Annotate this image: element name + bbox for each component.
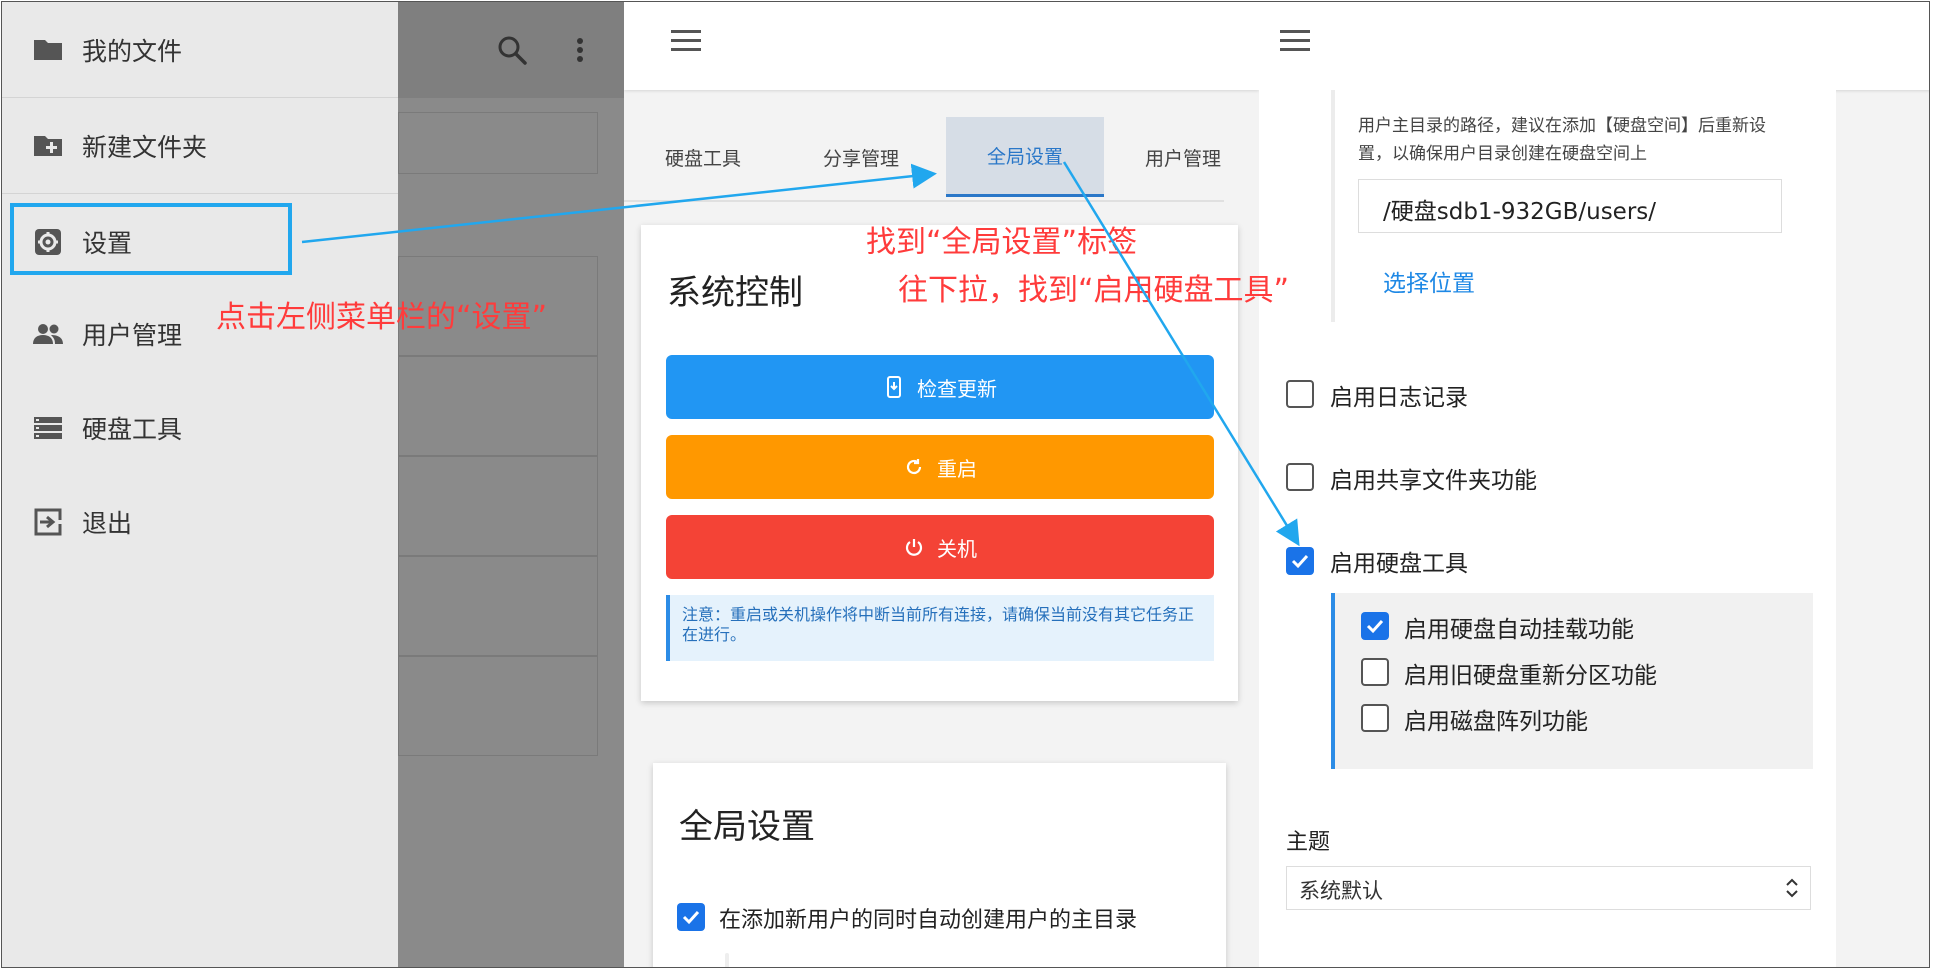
restart-button[interactable]: 重启 — [666, 435, 1214, 499]
repartition-checkbox[interactable] — [1361, 658, 1389, 686]
enable-log-label: 启用日志记录 — [1330, 385, 1468, 411]
button-label: 关机 — [937, 536, 977, 561]
warning-note: 注意：重启或关机操作将中断当前所有连接，请确保当前没有其它任务正在进行。 — [666, 595, 1214, 661]
repartition-label: 启用旧硬盘重新分区功能 — [1404, 663, 1657, 689]
home-path-input[interactable]: /硬盘sdb1-932GB/users/ — [1358, 179, 1782, 233]
screenshot-frame: 我的文件 新建文件夹 设置 用户管理 硬盘工具 退出 硬盘工具 分享管理 全局设… — [1, 1, 1930, 968]
shutdown-button[interactable]: 关机 — [666, 515, 1214, 579]
refresh-icon — [906, 459, 922, 475]
list-item-dimmed — [398, 556, 598, 656]
card-title: 系统控制 — [667, 273, 803, 313]
drawer-item-label: 退出 — [82, 508, 133, 538]
menu-icon[interactable] — [671, 30, 701, 54]
check-update-button[interactable]: 检查更新 — [666, 355, 1214, 419]
search-icon[interactable] — [492, 30, 532, 70]
file-manager-panel: 我的文件 新建文件夹 设置 用户管理 硬盘工具 退出 — [2, 2, 624, 967]
menu-icon[interactable] — [1280, 30, 1310, 54]
tab-global-settings[interactable]: 全局设置 — [946, 117, 1104, 197]
global-settings-card: 全局设置 在添加新用户的同时自动创建用户的主目录 — [653, 763, 1226, 967]
list-item-dimmed — [398, 656, 598, 756]
drawer-item-label: 硬盘工具 — [82, 414, 183, 444]
list-item-dimmed — [398, 356, 598, 456]
drawer-item-label: 我的文件 — [82, 36, 183, 66]
theme-selected-value: 系统默认 — [1299, 879, 1383, 903]
auto-home-checkbox[interactable] — [677, 903, 705, 931]
list-item-dimmed — [398, 112, 598, 174]
home-path-hint: 用户主目录的路径，建议在添加【硬盘空间】后重新设置，以确保用户目录创建在硬盘空间… — [1358, 116, 1766, 164]
app-bar — [624, 2, 1259, 90]
enable-disk-tools-label: 启用硬盘工具 — [1330, 551, 1468, 577]
auto-mount-checkbox[interactable] — [1361, 612, 1389, 640]
enable-share-checkbox[interactable] — [1286, 463, 1314, 491]
drawer-item-disk-tools[interactable]: 硬盘工具 — [2, 380, 398, 475]
enable-disk-tools-checkbox[interactable] — [1286, 547, 1314, 575]
theme-select[interactable]: 系统默认 — [1286, 866, 1811, 910]
storage-icon — [32, 412, 64, 444]
tab-user-management[interactable]: 用户管理 — [1104, 117, 1259, 197]
button-label: 重启 — [937, 456, 977, 481]
annotation-step1: 点击左侧菜单栏的“设置” — [216, 300, 548, 335]
create-folder-icon — [32, 130, 64, 162]
sub-box-edge — [725, 953, 729, 967]
settings-tabs: 硬盘工具 分享管理 全局设置 用户管理 — [624, 117, 1224, 202]
auto-mount-label: 启用硬盘自动挂载功能 — [1404, 617, 1634, 643]
enable-share-label: 启用共享文件夹功能 — [1330, 468, 1537, 494]
drawer-item-label: 用户管理 — [82, 320, 183, 350]
more-vert-icon[interactable] — [560, 30, 600, 70]
button-label: 检查更新 — [917, 376, 997, 401]
tab-share-management[interactable]: 分享管理 — [782, 117, 940, 197]
people-icon — [32, 318, 64, 350]
choose-location-link[interactable]: 选择位置 — [1383, 264, 1475, 298]
drawer-item-my-files[interactable]: 我的文件 — [2, 2, 398, 97]
annotation-step3: 往下拉，找到“启用硬盘工具” — [898, 273, 1290, 308]
annotation-step2: 找到“全局设置”标签 — [866, 225, 1138, 260]
drawer-item-new-folder[interactable]: 新建文件夹 — [2, 98, 398, 193]
logout-icon — [32, 506, 64, 538]
tab-underline — [624, 200, 1224, 202]
enable-log-checkbox[interactable] — [1286, 380, 1314, 408]
tab-disk-tools[interactable]: 硬盘工具 — [624, 117, 782, 197]
card-title: 全局设置 — [679, 807, 815, 847]
power-icon — [905, 539, 923, 556]
drawer-item-label: 新建文件夹 — [82, 132, 208, 162]
list-item-dimmed — [398, 456, 598, 556]
navigation-drawer: 我的文件 新建文件夹 设置 用户管理 硬盘工具 退出 — [2, 2, 398, 967]
phone-download-icon — [887, 376, 901, 398]
settings-highlight-box — [10, 203, 292, 275]
settings-detail-panel: 用户主目录的路径，建议在添加【硬盘空间】后重新设置，以确保用户目录创建在硬盘空间… — [1259, 2, 1929, 967]
chevron-updown-icon — [1786, 878, 1798, 898]
auto-home-label: 在添加新用户的同时自动创建用户的主目录 — [719, 908, 1138, 933]
theme-label: 主题 — [1286, 830, 1331, 855]
disk-tools-sub-options: 启用硬盘自动挂载功能 启用旧硬盘重新分区功能 启用磁盘阵列功能 — [1331, 593, 1813, 769]
app-bar — [1259, 2, 1929, 90]
raid-label: 启用磁盘阵列功能 — [1404, 709, 1588, 735]
settings-page-panel: 硬盘工具 分享管理 全局设置 用户管理 系统控制 检查更新 重启 关机 注意：重… — [624, 2, 1259, 967]
raid-checkbox[interactable] — [1361, 704, 1389, 732]
folder-icon — [32, 34, 64, 66]
drawer-item-logout[interactable]: 退出 — [2, 474, 398, 569]
